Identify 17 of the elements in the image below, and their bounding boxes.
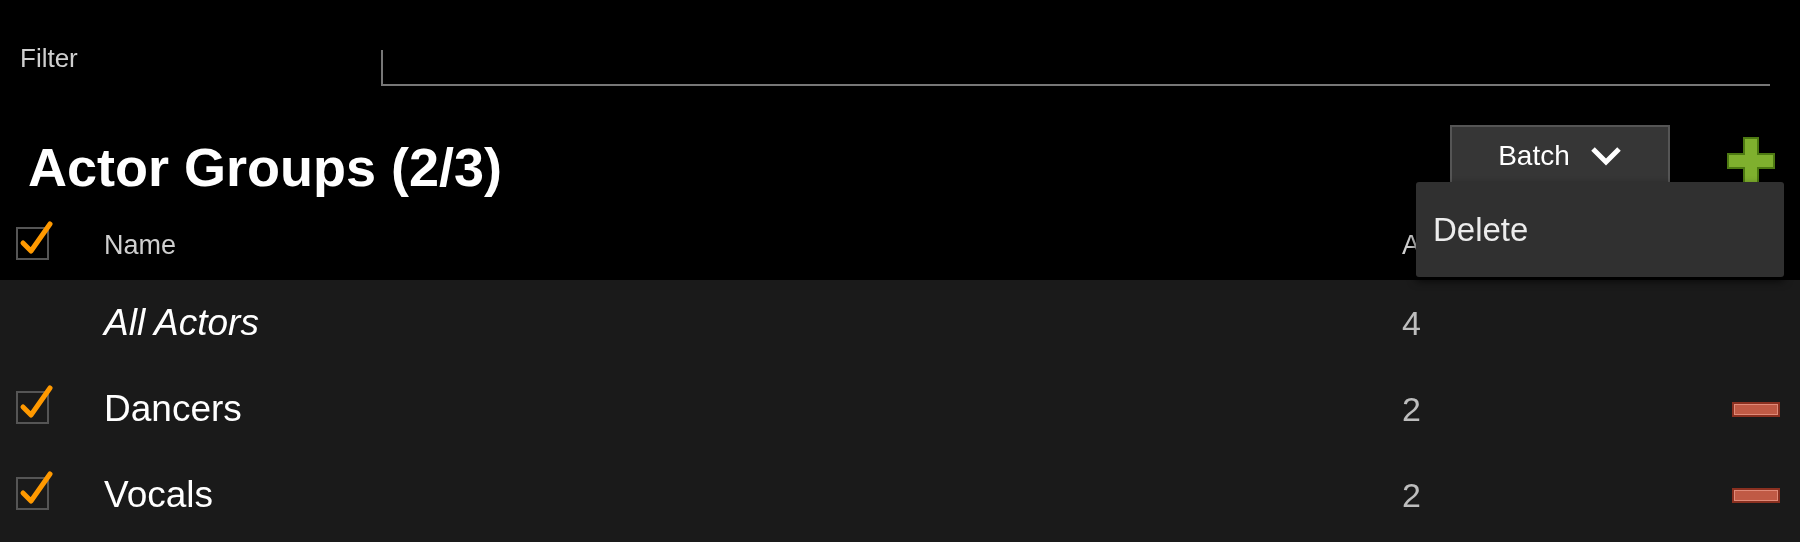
filter-field[interactable] xyxy=(381,50,1770,86)
group-name[interactable]: All Actors xyxy=(104,302,259,344)
page-title: Actor Groups (2/3) xyxy=(28,135,504,199)
remove-button[interactable] xyxy=(1732,487,1780,503)
checkbox[interactable] xyxy=(16,219,54,261)
checkbox[interactable] xyxy=(16,469,54,511)
menu-item[interactable]: Delete xyxy=(1433,204,1529,255)
chevron-down-icon xyxy=(1589,146,1622,166)
actor-count: 4 xyxy=(1402,302,1422,344)
filter-label: Filter xyxy=(20,42,79,75)
group-name[interactable]: Dancers xyxy=(104,388,242,430)
column-header: Name xyxy=(104,228,178,262)
group-name[interactable]: Vocals xyxy=(104,474,213,516)
remove-button[interactable] xyxy=(1732,401,1780,417)
actor-count: 2 xyxy=(1402,474,1422,516)
checkbox[interactable] xyxy=(16,383,54,425)
actor-count: 2 xyxy=(1402,388,1422,430)
